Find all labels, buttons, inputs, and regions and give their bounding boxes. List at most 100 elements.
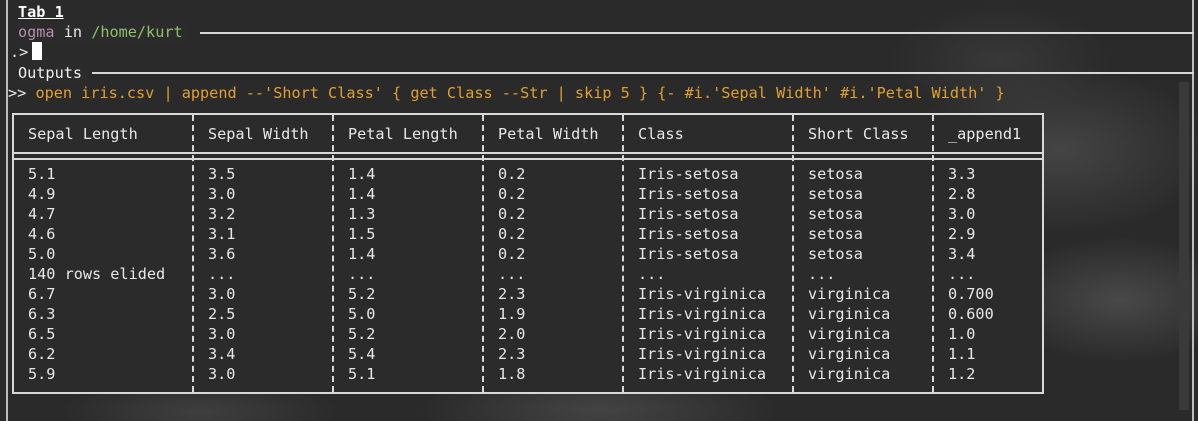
column-separator — [482, 115, 484, 392]
cell-append1: 2.9 — [948, 225, 976, 243]
column-header-append1[interactable]: _append1 — [948, 124, 1021, 144]
column-header-sepal-width[interactable]: Sepal Width — [208, 124, 309, 144]
cell-append1: 1.2 — [948, 365, 976, 383]
column-header-petal-width[interactable]: Petal Width — [498, 124, 599, 144]
cell-append1: 3.3 — [948, 165, 976, 183]
cell-petal-width: 2.3 — [498, 285, 526, 303]
cell-short-class: setosa — [808, 165, 863, 183]
executed-command: >> open iris.csv | append --'Short Class… — [8, 83, 1005, 103]
prompt-line: ogma in /home/kurt — [18, 22, 189, 42]
cell-petal-length: ... — [348, 265, 376, 283]
cell-sepal-length: 6.3 — [28, 305, 56, 323]
column-separator — [622, 115, 624, 392]
cell-short-class: setosa — [808, 245, 863, 263]
cell-petal-length: 1.5 — [348, 225, 376, 243]
cell-append1: 2.8 — [948, 185, 976, 203]
column-separator — [332, 115, 334, 392]
cell-sepal-width: 3.4 — [208, 345, 236, 363]
cell-append1: ... — [948, 265, 976, 283]
cell-short-class: virginica — [808, 285, 891, 303]
cell-append1: 3.4 — [948, 245, 976, 263]
cell-sepal-length: 4.9 — [28, 185, 56, 203]
cell-sepal-width: 3.0 — [208, 185, 236, 203]
cell-class: Iris-virginica — [638, 345, 767, 363]
cell-sepal-length: 5.0 — [28, 245, 56, 263]
cell-petal-length: 1.4 — [348, 245, 376, 263]
cell-sepal-length: 4.6 — [28, 225, 56, 243]
cell-petal-width: 0.2 — [498, 225, 526, 243]
cell-class: Iris-virginica — [638, 305, 767, 323]
prompt-user: ogma — [18, 23, 55, 41]
cell-append1: 1.1 — [948, 345, 976, 363]
column-header-class[interactable]: Class — [638, 124, 684, 144]
cell-petal-length: 5.1 — [348, 365, 376, 383]
input-prefix: .> — [10, 43, 29, 61]
cell-short-class: virginica — [808, 305, 891, 323]
cell-petal-length: 5.0 — [348, 305, 376, 323]
cell-sepal-width: 3.0 — [208, 325, 236, 343]
cell-sepal-length: 6.5 — [28, 325, 56, 343]
text-cursor — [32, 42, 43, 60]
cell-append1: 3.0 — [948, 205, 976, 223]
cell-sepal-length: 5.9 — [28, 365, 56, 383]
cell-sepal-width: 3.0 — [208, 365, 236, 383]
cell-append1: 0.600 — [948, 305, 994, 323]
cell-class: Iris-setosa — [638, 245, 739, 263]
cell-petal-width: 1.8 — [498, 365, 526, 383]
column-separator — [932, 115, 934, 392]
cell-short-class: setosa — [808, 205, 863, 223]
cell-class: Iris-virginica — [638, 325, 767, 343]
cell-class: Iris-setosa — [638, 185, 739, 203]
cell-petal-width: 1.9 — [498, 305, 526, 323]
cell-short-class: setosa — [808, 225, 863, 243]
cell-short-class: setosa — [808, 185, 863, 203]
cell-sepal-length: 6.7 — [28, 285, 56, 303]
cell-append1: 0.700 — [948, 285, 994, 303]
outputs-label: Outputs — [18, 63, 89, 83]
cell-sepal-width: 3.2 — [208, 205, 236, 223]
cell-petal-width: 0.2 — [498, 165, 526, 183]
cell-petal-width: 0.2 — [498, 245, 526, 263]
cell-sepal-length: 6.2 — [28, 345, 56, 363]
cell-petal-length: 5.2 — [348, 285, 376, 303]
cell-sepal-length: 4.7 — [28, 205, 56, 223]
cell-petal-width: 2.3 — [498, 345, 526, 363]
cell-class: ... — [638, 265, 666, 283]
cell-class: Iris-virginica — [638, 285, 767, 303]
cell-petal-length: 1.3 — [348, 205, 376, 223]
cell-petal-width: 2.0 — [498, 325, 526, 343]
cell-petal-width: 0.2 — [498, 185, 526, 203]
prompt-in: in — [63, 23, 83, 41]
cell-sepal-width: 3.5 — [208, 165, 236, 183]
results-table: Sepal Length Sepal Width Petal Length Pe… — [12, 113, 1044, 394]
cell-class: Iris-virginica — [638, 365, 767, 383]
command-text: open iris.csv | append --'Short Class' {… — [35, 84, 1005, 102]
cell-sepal-length: 140 rows elided — [28, 265, 166, 283]
cell-sepal-width: 3.6 — [208, 245, 236, 263]
column-separator — [792, 115, 794, 392]
prompt-divider — [200, 32, 1194, 34]
column-header-sepal-length[interactable]: Sepal Length — [28, 124, 138, 144]
cell-sepal-width: ... — [208, 265, 236, 283]
cell-petal-width: 0.2 — [498, 205, 526, 223]
cell-petal-length: 5.4 — [348, 345, 376, 363]
cell-sepal-width: 2.5 — [208, 305, 236, 323]
cell-short-class: virginica — [808, 365, 891, 383]
cell-sepal-width: 3.0 — [208, 285, 236, 303]
header-separator — [14, 152, 1042, 160]
command-input[interactable]: .> — [10, 42, 43, 62]
tab-title[interactable]: Tab 1 — [18, 2, 64, 22]
cell-sepal-length: 5.1 — [28, 165, 56, 183]
cell-short-class: virginica — [808, 325, 891, 343]
cell-sepal-width: 3.1 — [208, 225, 236, 243]
cell-class: Iris-setosa — [638, 225, 739, 243]
column-header-short-class[interactable]: Short Class — [808, 124, 909, 144]
command-prefix: >> — [8, 84, 27, 102]
scrollbar-thumb[interactable] — [1179, 82, 1189, 410]
cell-short-class: ... — [808, 265, 836, 283]
prompt-path: /home/kurt — [91, 23, 183, 41]
cell-short-class: virginica — [808, 345, 891, 363]
column-header-petal-length[interactable]: Petal Length — [348, 124, 458, 144]
cell-append1: 1.0 — [948, 325, 976, 343]
cell-petal-length: 5.2 — [348, 325, 376, 343]
